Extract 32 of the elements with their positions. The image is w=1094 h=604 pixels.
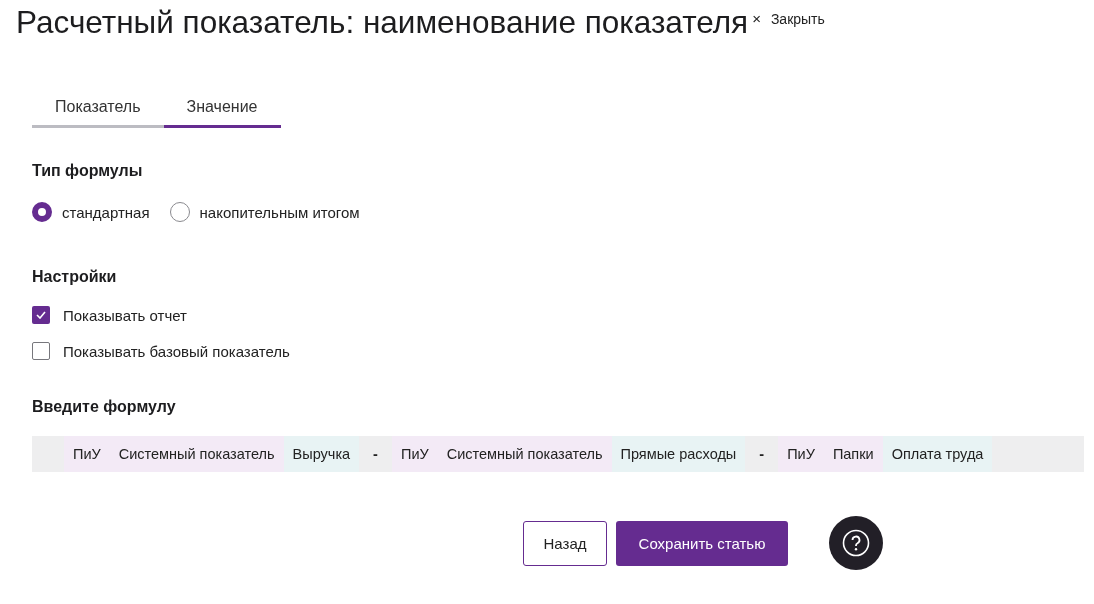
close-button[interactable]: × Закрыть <box>752 10 825 27</box>
check-icon <box>36 311 46 319</box>
formula-token: Системный показатель <box>437 436 612 472</box>
formula-operator: - <box>758 445 766 464</box>
formula-token: Системный показатель <box>109 436 284 472</box>
formula-token: Прямые расходы <box>611 436 746 472</box>
help-button[interactable] <box>829 516 883 570</box>
back-button[interactable]: Назад <box>523 520 607 566</box>
tab[interactable]: Показатель <box>32 98 164 128</box>
checkbox-label: Показывать базовый показатель <box>63 342 290 360</box>
checkbox[interactable] <box>32 306 50 324</box>
radio-button[interactable] <box>169 202 190 222</box>
help-icon <box>842 529 870 557</box>
formula-token: Папки <box>823 436 883 472</box>
radio-label: накопительным итогом <box>199 203 360 221</box>
formula-token: ПиУ <box>391 436 438 472</box>
radio-label: стандартная <box>62 203 150 221</box>
formula-operator: - <box>372 445 379 464</box>
section-heading: Настройки <box>32 268 118 286</box>
formula-token: ПиУ <box>778 436 824 472</box>
formula-token: Оплата труда <box>882 436 993 472</box>
tab[interactable]: Значение <box>163 98 281 128</box>
formula-field[interactable]: ПиУ Системный показатель Выручка - ПиУ Системный показатель Прямые расходы - ПиУ Папки Оплата труда <box>32 436 1084 472</box>
section-heading: Введите формулу <box>32 398 177 416</box>
formula-token: ПиУ <box>64 436 110 472</box>
formula-token: Выручка <box>283 436 360 472</box>
checkbox[interactable] <box>32 342 50 360</box>
checkbox-label: Показывать отчет <box>63 306 187 324</box>
section-heading: Тип формулы <box>32 162 144 180</box>
radio-button[interactable] <box>32 202 52 222</box>
save-button[interactable]: Сохранить статью <box>616 520 788 566</box>
page-title: Расчетный показатель: наименование показателя <box>16 3 749 42</box>
